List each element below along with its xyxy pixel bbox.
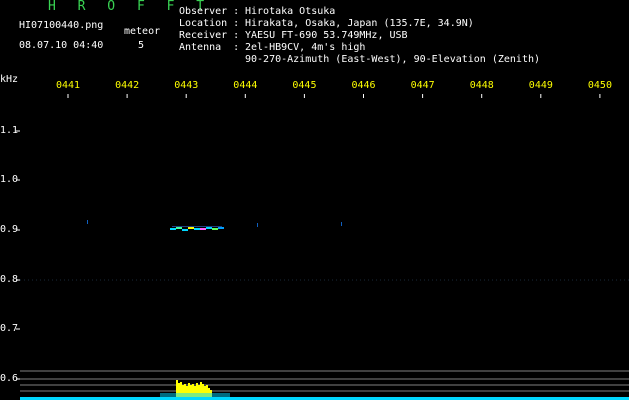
meteor-echo-segment <box>200 228 206 230</box>
antenna-value: 2el-HB9CV, 4m's high <box>245 42 366 53</box>
x-tick-label: 0444 <box>233 80 258 91</box>
signal-blip <box>341 222 342 226</box>
x-tick-label: 0446 <box>351 80 376 91</box>
x-tick-label: 0441 <box>56 80 81 91</box>
meteor-echo-segment <box>212 228 218 230</box>
meteor-count: 5 <box>138 40 145 51</box>
x-tick-label: 0448 <box>469 80 494 91</box>
meteor-echo-segment <box>206 227 212 229</box>
meteor-echo-segment <box>170 228 176 230</box>
antenna-pattern-value: 90-270-Azimuth (East-West), 90-Elevation… <box>245 54 541 65</box>
y-tick-label: 0.8 <box>0 274 19 285</box>
location-value: Hirakata, Osaka, Japan (135.7E, 34.9N) <box>245 18 474 29</box>
antenna-label: Antenna : <box>179 42 240 53</box>
x-tick-label: 0442 <box>115 80 140 91</box>
receiver-label: Receiver : <box>179 30 240 41</box>
signal-blip <box>257 223 258 227</box>
filename-label: HI07100440.png <box>19 20 104 31</box>
datetime-label: 08.07.10 04:40 <box>19 40 104 51</box>
receiver-value: YAESU FT-690 53.749MHz, USB <box>245 30 408 41</box>
meteor-echo-segment <box>188 227 194 229</box>
observer-label: Observer : <box>179 6 240 17</box>
y-tick-label: 1.1 <box>0 125 19 136</box>
baseline-glow <box>160 393 230 400</box>
y-tick-label: 1.0 <box>0 174 19 185</box>
x-tick-label: 0445 <box>292 80 317 91</box>
y-tick-label: 0.9 <box>0 224 19 235</box>
y-tick-label: 0.6 <box>0 373 19 384</box>
meteor-echo-segment <box>176 227 182 229</box>
meteor-echo-segment <box>218 227 224 229</box>
x-tick-label: 0450 <box>587 80 612 91</box>
observer-value: Hirotaka Otsuka <box>245 6 336 17</box>
meteor-echo-halo <box>172 226 222 227</box>
meteor-echo-segment <box>194 228 200 230</box>
x-tick-label: 0443 <box>174 80 199 91</box>
x-tick-label: 0447 <box>410 80 435 91</box>
y-tick-label: 0.7 <box>0 323 19 334</box>
meteor-echo-segment <box>182 229 188 231</box>
x-tick-label: 0449 <box>528 80 553 91</box>
signal-blip <box>87 220 88 224</box>
meteor-label: meteor <box>124 26 161 37</box>
location-label: Location : <box>179 18 240 29</box>
y-axis-unit: kHz <box>0 74 19 85</box>
